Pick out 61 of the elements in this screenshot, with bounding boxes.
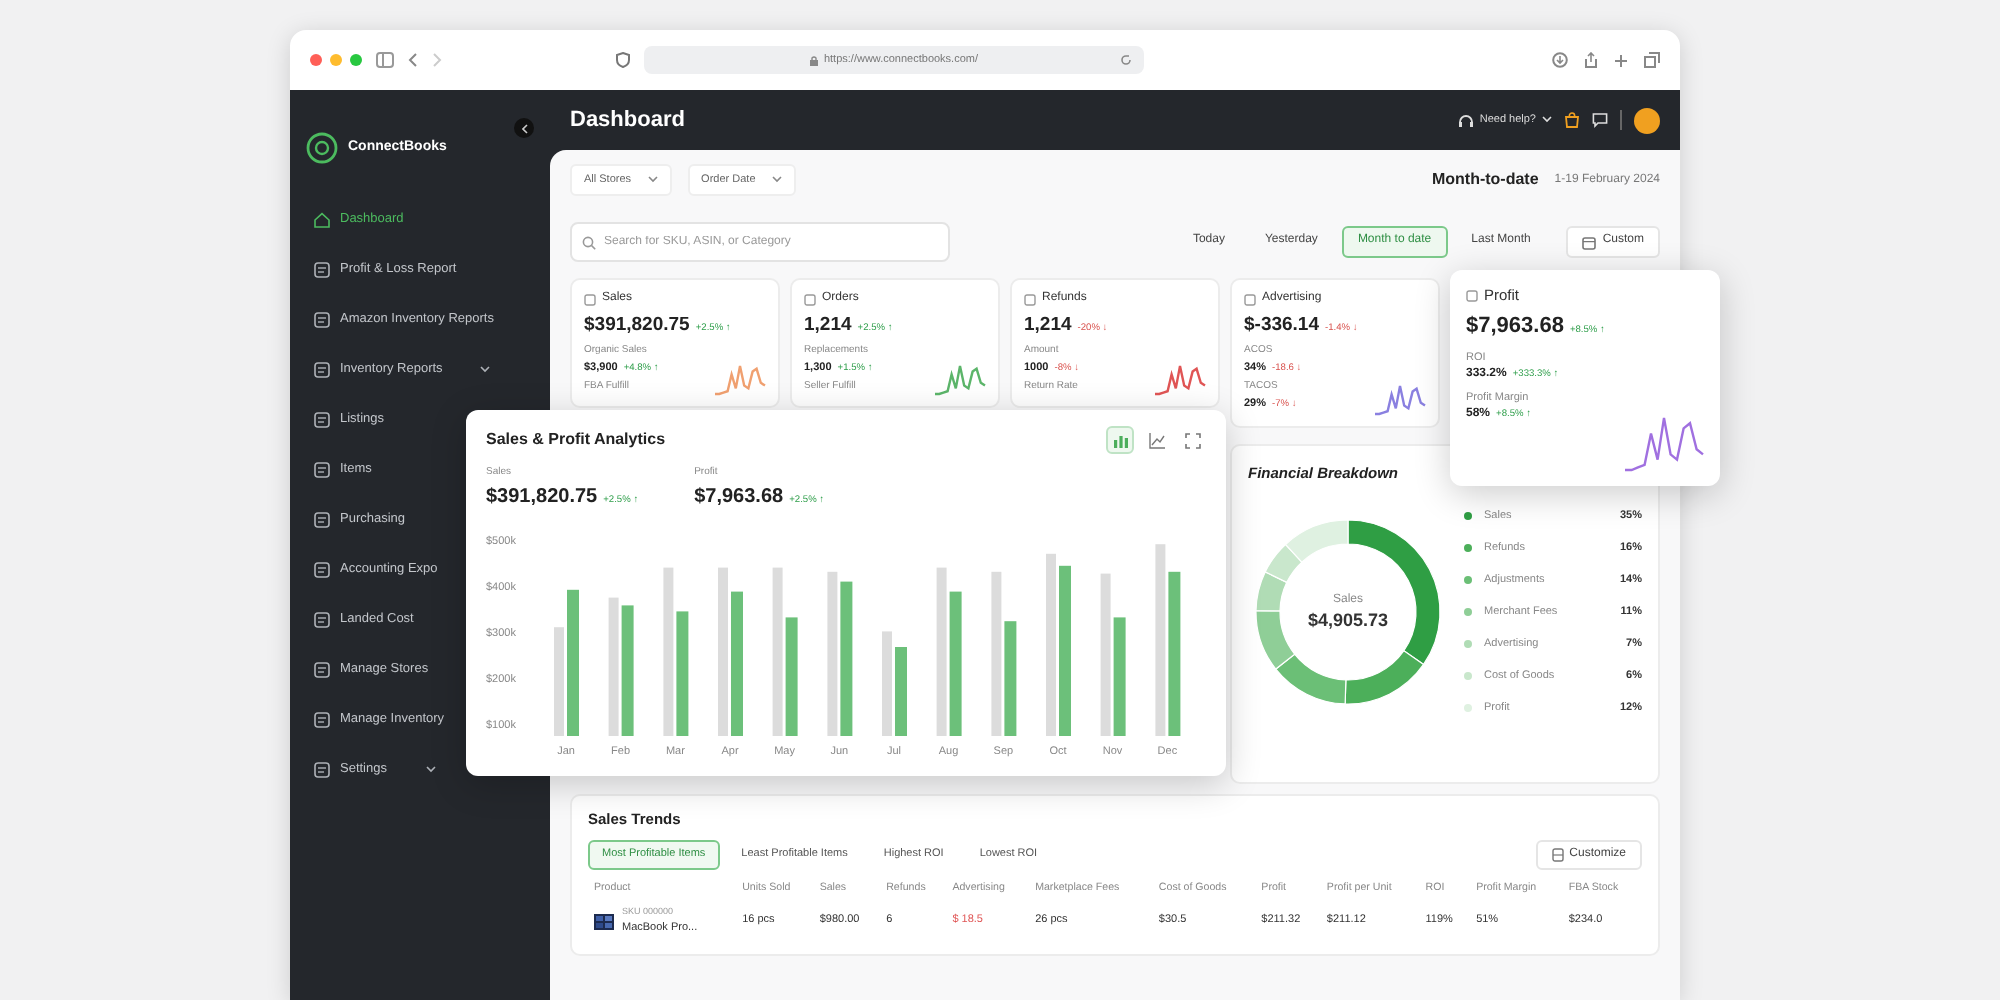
document-icon	[314, 611, 330, 627]
bar-chart-icon	[1111, 431, 1129, 449]
headset-icon	[1457, 113, 1474, 127]
chevron-down-icon	[1542, 116, 1552, 124]
document-icon	[314, 561, 330, 577]
line-chart-icon	[1147, 431, 1165, 449]
tabs-icon[interactable]	[1644, 52, 1660, 68]
shopping-bag-icon[interactable]	[1564, 112, 1580, 128]
logo-icon	[306, 132, 338, 164]
document-icon	[314, 661, 330, 677]
collapse-button[interactable]	[514, 118, 534, 138]
box-icon	[1244, 293, 1256, 305]
reload-icon[interactable]	[1120, 54, 1132, 66]
kpi-value: $391,820.75	[584, 312, 690, 340]
document-icon	[314, 761, 330, 777]
download-icon[interactable]	[1552, 52, 1568, 68]
view-toggle-button[interactable]	[1106, 426, 1134, 454]
search-icon	[582, 235, 596, 249]
kpi-value: 1,214	[804, 312, 852, 340]
donut-center-value: $4,905.73	[1307, 610, 1389, 630]
box-icon	[804, 293, 816, 305]
share-icon[interactable]	[1584, 52, 1598, 68]
caret-icon	[647, 176, 658, 184]
back-icon[interactable]	[408, 52, 418, 68]
document-icon	[314, 511, 330, 527]
metric-value: $7,963.68	[694, 483, 784, 511]
document-icon	[314, 311, 330, 327]
chart-bar	[554, 626, 564, 735]
document-icon	[314, 261, 330, 277]
lock-icon	[809, 55, 818, 65]
metric-value: $391,820.75	[486, 483, 598, 511]
box-icon	[584, 293, 596, 305]
document-icon	[314, 461, 330, 477]
document-icon	[314, 411, 330, 427]
calendar-icon	[1582, 235, 1597, 249]
kpi-value: $7,963.68	[1466, 312, 1564, 343]
chart-bar	[882, 630, 892, 735]
window-zoom-button[interactable]	[350, 54, 362, 66]
kpi-value: 1,214	[1024, 312, 1072, 340]
page-title: Dashboard	[570, 105, 685, 136]
avatar[interactable]	[1634, 107, 1660, 133]
window-close-button[interactable]	[310, 54, 322, 66]
columns-icon	[1551, 848, 1564, 863]
sidebar-icon[interactable]	[376, 52, 394, 68]
chevron-left-icon	[521, 123, 527, 133]
period-label: Month-to-date	[1431, 168, 1539, 192]
home-icon	[314, 211, 330, 227]
plus-icon[interactable]	[1614, 53, 1628, 67]
chat-icon[interactable]	[1592, 112, 1608, 128]
box-icon	[1024, 293, 1036, 305]
document-icon	[314, 711, 330, 727]
caret-icon	[771, 176, 782, 184]
expand-icon	[1183, 431, 1201, 449]
box-icon	[1466, 289, 1478, 302]
chevron-down-icon	[425, 765, 435, 773]
chevron-down-icon	[480, 365, 491, 373]
card-title: Sales & Profit Analytics	[486, 428, 666, 452]
document-icon	[314, 361, 330, 377]
kpi-value: $-336.14	[1244, 312, 1320, 340]
chart-bar	[895, 646, 907, 735]
shield-icon[interactable]	[616, 52, 630, 68]
